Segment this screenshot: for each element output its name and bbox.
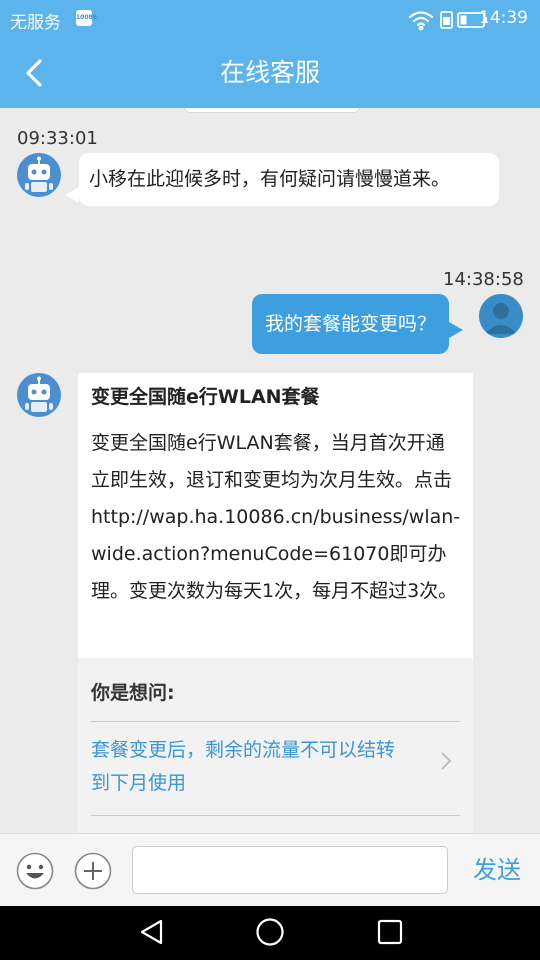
suggestion-heading: 你是想问:	[91, 682, 175, 704]
answer-card[interactable]: 变更全国随e行WLAN套餐 变更全国随e行WLAN套餐，当月首次开通立即生效，退…	[78, 373, 473, 833]
status-icons	[408, 9, 488, 36]
divider	[91, 815, 460, 816]
header: 在线客服	[0, 38, 540, 108]
robot-avatar[interactable]	[17, 373, 61, 417]
message-timestamp: 14:38:58	[443, 269, 524, 290]
recents-square-icon[interactable]	[375, 917, 405, 951]
divider	[91, 721, 460, 722]
carrier-label: 无服务	[10, 13, 61, 33]
message-bubble[interactable]: 小移在此迎候多时，有何疑问请慢慢道来。	[65, 153, 499, 206]
input-bar: 发送	[0, 833, 540, 907]
suggestion-section: 你是想问: 套餐变更后，剩余的流量不可以结转到下月使用	[78, 658, 473, 833]
card-body[interactable]: 变更全国随e行WLAN套餐，当月首次开通立即生效，退订和变更均为次月生效。点击h…	[91, 425, 463, 610]
plus-icon[interactable]	[74, 852, 112, 894]
message-bubble[interactable]: 我的套餐能变更吗？	[252, 294, 464, 354]
message-timestamp: 09:33:01	[17, 128, 98, 149]
card-title: 变更全国随e行WLAN套餐	[91, 386, 320, 408]
chat-area[interactable]: 09:33:01 小移在此迎候多时，有何疑问请慢慢道来。 14:38:58 我的…	[0, 108, 540, 833]
back-triangle-icon[interactable]	[137, 917, 167, 951]
sim-icon	[440, 11, 453, 29]
wifi-icon	[408, 11, 434, 31]
page-title: 在线客服	[219, 58, 320, 87]
system-nav-bar	[0, 906, 540, 960]
user-avatar[interactable]	[479, 294, 523, 338]
chevron-right-icon[interactable]	[440, 751, 452, 775]
robot-avatar[interactable]	[17, 153, 61, 197]
clock: 14:39	[479, 8, 528, 28]
status-bar: 无服务 10086 14:39	[0, 0, 540, 38]
emoji-icon[interactable]	[16, 852, 54, 894]
sim-badge: 10086	[76, 10, 97, 26]
previous-bubble-edge	[184, 108, 360, 113]
message-input[interactable]	[132, 846, 448, 894]
home-circle-icon[interactable]	[255, 917, 285, 951]
send-button[interactable]: 发送	[462, 852, 532, 888]
suggestion-item[interactable]: 套餐变更后，剩余的流量不可以结转到下月使用	[91, 734, 411, 800]
